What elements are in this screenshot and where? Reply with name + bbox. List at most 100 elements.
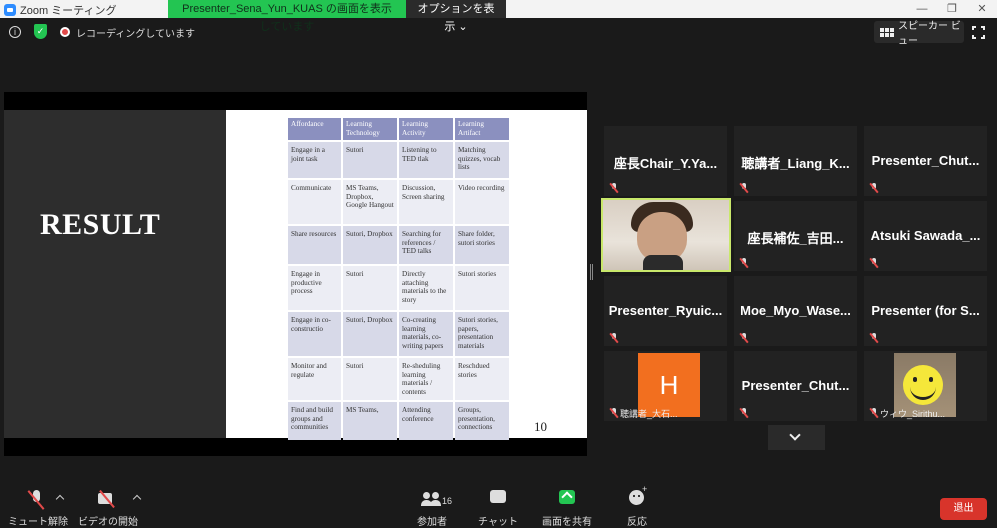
chevron-down-icon (789, 429, 801, 441)
view-options-button[interactable]: オプションを表示 ⌄ (406, 0, 506, 33)
table-header-cell: Learning Technology (343, 118, 397, 140)
smiley-avatar-icon (903, 365, 943, 405)
share-screen-button[interactable]: 画面を共有 (538, 486, 596, 528)
participant-tile[interactable]: Atsuki Sawada_... (864, 201, 987, 271)
table-header-cell: Affordance (288, 118, 341, 140)
table-row: Share resources Sutori, Dropbox Searchin… (288, 226, 509, 264)
muted-mic-icon (740, 408, 748, 418)
start-video-button[interactable]: ビデオの開始 (78, 486, 138, 528)
participant-name: 聴講者_Liang_K... (741, 156, 850, 171)
table-cell: Groups, presentation, connections (455, 402, 509, 440)
table-cell: Reschdued stories (455, 358, 509, 400)
table-cell: Engage in a joint task (288, 142, 341, 178)
meeting-toolbar: ミュート解除 ビデオの開始 参加者 16 チャット 画面を共有 反応 (0, 484, 997, 528)
next-page-button[interactable] (768, 425, 825, 450)
muted-mic-icon (870, 258, 878, 268)
zoom-logo-icon (4, 4, 16, 16)
participant-tile[interactable]: Presenter (for S... (864, 276, 987, 346)
chat-button[interactable]: チャット (478, 486, 518, 528)
participant-name: 座長補佐_吉田... (747, 231, 844, 246)
table-cell: Sutori (343, 358, 397, 400)
table-row: Find and build groups and communities MS… (288, 402, 509, 440)
participant-tile[interactable]: Moe_Myo_Wase... (734, 276, 857, 346)
table-cell: Video recording (455, 180, 509, 224)
table-cell: Engage in co-constructio (288, 312, 341, 356)
table-cell: Searching for references / TED talks (399, 226, 453, 264)
mic-muted-icon (30, 490, 42, 510)
muted-mic-icon (610, 408, 618, 418)
table-cell: MS Teams, Dropbox, Google Hangout (343, 180, 397, 224)
table-cell: Matching quizzes, vocab lists (455, 142, 509, 178)
grid-view-icon (880, 27, 894, 37)
share-status-label: Presenter_Sena_Yun_KUAS の画面を表示しています (168, 0, 406, 33)
security-shield-icon[interactable]: ✓ (34, 24, 47, 39)
participant-name: Moe_Myo_Wase... (740, 303, 851, 318)
title-bar: Zoom ミーティング Presenter_Sena_Yun_KUAS の画面を… (0, 0, 997, 33)
table-cell: Sutori (343, 142, 397, 178)
panel-resize-handle[interactable] (590, 264, 593, 280)
participant-name: 座長Chair_Y.Ya... (613, 156, 718, 171)
reactions-button[interactable]: 反応 (620, 484, 654, 528)
info-icon[interactable]: i (9, 26, 21, 38)
reaction-smiley-icon (629, 484, 647, 505)
reactions-label: 反応 (627, 517, 647, 528)
unmute-label: ミュート解除 (8, 517, 68, 528)
participant-tile[interactable]: 座長補佐_吉田... (734, 201, 857, 271)
minimize-icon[interactable]: — (907, 0, 937, 18)
muted-mic-icon (870, 408, 878, 418)
speaker-view-button[interactable]: スピーカー ビュー (874, 21, 964, 47)
participants-count: 16 (442, 496, 453, 506)
table-cell: MS Teams, (343, 402, 397, 440)
table-row: Monitor and regulate Sutori Re-sheduling… (288, 358, 509, 400)
table-row: Engage in co-constructio Sutori, Dropbox… (288, 312, 509, 356)
meeting-info-row: i ✓ レコーディングしています スピーカー ビュー (0, 18, 997, 47)
participant-name: ウィウ_Sirithu... (880, 409, 946, 419)
speaker-view-label: スピーカー ビュー (898, 21, 961, 47)
restore-icon[interactable]: ❐ (937, 0, 967, 18)
participant-tile[interactable]: 座長Chair_Y.Ya... (604, 126, 727, 196)
table-cell: Discussion, Screen sharing (399, 180, 453, 224)
participant-name: Presenter_Ryuic... (608, 303, 723, 318)
participant-tile[interactable]: 聴講者_Liang_K... (734, 126, 857, 196)
table-cell: Sutori stories, papers, presentation mat… (455, 312, 509, 356)
participant-tile[interactable]: H 聴講者_大石... (604, 351, 727, 421)
close-icon[interactable]: ✕ (967, 0, 997, 18)
table-cell: Share folder, sutori stories (455, 226, 509, 264)
table-cell: Engage in productive process (288, 266, 341, 310)
participant-tile[interactable]: ウィウ_Sirithu... (864, 351, 987, 421)
window-title: Zoom ミーティング (20, 5, 117, 17)
table-cell: Sutori, Dropbox (343, 226, 397, 264)
table-header-cell: Learning Artifact (455, 118, 509, 140)
table-cell: Directly attaching materials to the stor… (399, 266, 453, 310)
participant-name: 聴講者_大石... (620, 409, 678, 419)
muted-mic-icon (870, 333, 878, 343)
start-video-label: ビデオの開始 (78, 517, 138, 528)
muted-mic-icon (740, 258, 748, 268)
slide-table: Affordance Learning Technology Learning … (286, 116, 511, 442)
participant-name: Atsuki Sawada_... (870, 228, 981, 243)
unmute-button[interactable]: ミュート解除 (8, 486, 68, 528)
recording-icon (60, 27, 70, 37)
participant-name: Presenter (for S... (871, 303, 980, 318)
table-cell: Find and build groups and communities (288, 402, 341, 440)
participants-button[interactable]: 参加者 (412, 486, 452, 528)
table-cell: Listening to TED tlak (399, 142, 453, 178)
active-speaker-tile[interactable] (601, 198, 731, 272)
leave-button[interactable]: 退出 (940, 498, 987, 520)
participant-tile[interactable]: Presenter_Chut... (864, 126, 987, 196)
fullscreen-icon[interactable] (972, 26, 985, 39)
share-banner: Presenter_Sena_Yun_KUAS の画面を表示しています オプショ… (168, 0, 506, 33)
participant-tile[interactable]: Presenter_Ryuic... (604, 276, 727, 346)
muted-mic-icon (740, 333, 748, 343)
table-row: Engage in a joint task Sutori Listening … (288, 142, 509, 178)
share-screen-icon (559, 490, 575, 504)
slide-page-number: 10 (534, 419, 547, 434)
participant-tile[interactable]: Presenter_Chut... (734, 351, 857, 421)
app-title: Zoom ミーティング (4, 2, 117, 18)
participants-icon (421, 490, 443, 506)
table-row: Communicate MS Teams, Dropbox, Google Ha… (288, 180, 509, 224)
table-cell: Communicate (288, 180, 341, 224)
table-cell: Share resources (288, 226, 341, 264)
chat-icon (490, 490, 506, 503)
participants-label: 参加者 (417, 517, 447, 528)
